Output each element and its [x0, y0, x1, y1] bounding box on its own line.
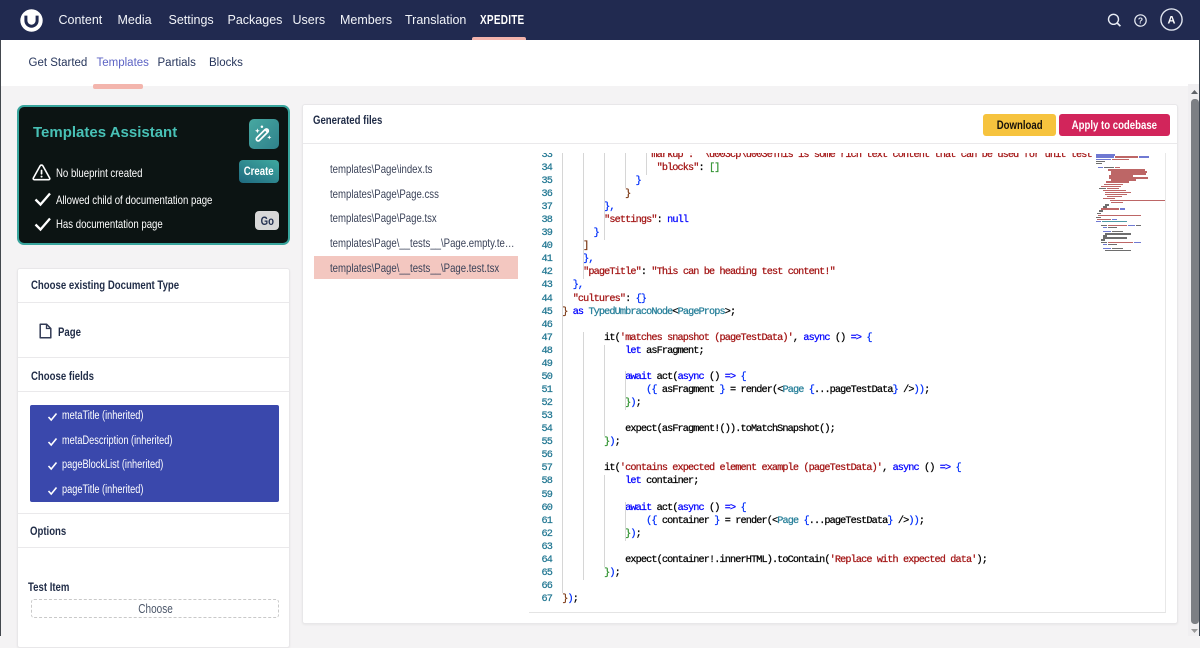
- svg-text:A: A: [1167, 15, 1175, 27]
- svg-text:?: ?: [1138, 15, 1143, 25]
